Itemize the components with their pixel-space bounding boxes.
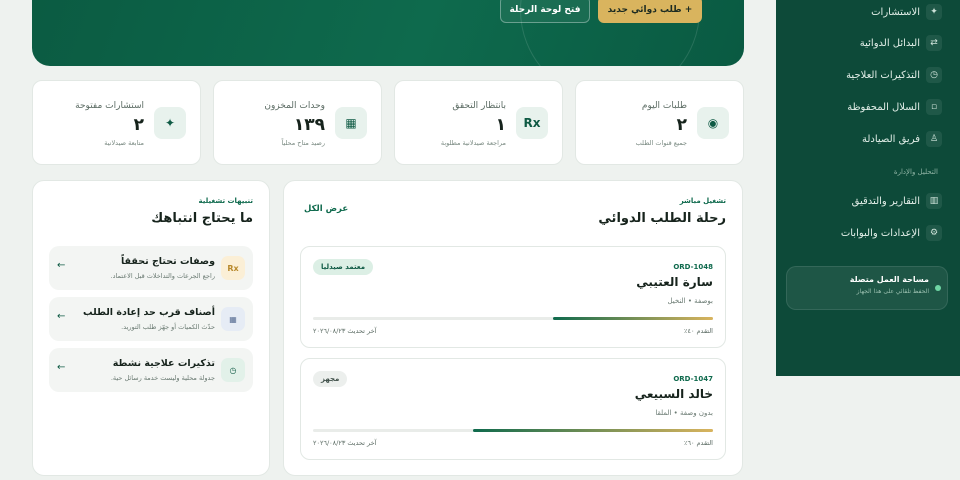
alert-item-reminders[interactable]: ◷ تذكيرات علاجية نشطة جدولة محلية وليست … [49, 348, 253, 392]
order-id: ORD-1048 [673, 263, 713, 271]
stat-subtitle: رصيد متاح محلياً [281, 139, 325, 147]
stat-value: ٢ [676, 115, 687, 135]
sidebar-item-pharmacist-team[interactable]: ♙ فريق الصيادلة [792, 127, 942, 151]
stat-value: ١ [495, 115, 506, 135]
sparkle-icon: ✦ [926, 4, 942, 20]
order-journey-panel: تشغيل مباشر رحلة الطلب الدوائي عرض الكل … [283, 180, 743, 476]
order-meta: بوصفة • النخيل [667, 297, 713, 305]
status-badge: معتمد صيدليا [313, 259, 374, 275]
inventory-icon: ▦ [335, 107, 367, 139]
sidebar-item-reminders[interactable]: ◷ التذكيرات العلاجية [792, 63, 942, 87]
workspace-subtitle: الحفظ تلقائي على هذا الجهاز [856, 288, 929, 295]
sidebar: ✦ الاستشارات ⇄ البدائل الدوائية ◷ التذكي… [776, 0, 960, 376]
panel-title: ما يحتاج انتباهك [151, 211, 253, 226]
gear-icon: ⚙ [926, 225, 942, 241]
sidebar-item-label: فريق الصيادلة [861, 133, 920, 145]
rx-icon: Rx [516, 107, 548, 139]
last-updated: آخر تحديث ٢٠٢٦/٠٨/٢٣ [313, 439, 377, 447]
stat-label: بانتظار التحقق [452, 101, 506, 111]
sidebar-item-label: التذكيرات العلاجية [846, 69, 920, 81]
stat-card-inventory-units: ▦ وحدات المخزون ١٣٩ رصيد متاح محلياً [213, 80, 382, 165]
clock-icon: ◷ [926, 67, 942, 83]
customer-name: خالد السبيعي [634, 387, 713, 401]
stat-card-today-orders: ◉ طلبات اليوم ٢ جميع قنوات الطلب [575, 80, 744, 165]
alert-title: وصفات تحتاج تحققاً [120, 256, 215, 267]
report-icon: ▥ [926, 193, 942, 209]
stat-value: ٢ [133, 115, 144, 135]
sidebar-item-consultations[interactable]: ✦ الاستشارات [792, 0, 942, 24]
progress-label: التقدم ٤٠٪ [683, 327, 713, 335]
customer-name: سارة العتيبي [636, 275, 713, 289]
stat-subtitle: جميع قنوات الطلب [635, 139, 687, 147]
panel-title: رحلة الطلب الدوائي [598, 211, 726, 226]
progress-track [313, 317, 713, 320]
alert-item-reorder[interactable]: ▦ أصناف قرب حد إعادة الطلب حدّث الكميات … [49, 297, 253, 341]
alert-description: راجع الجرعات والتداخلات قبل الاعتماد. [110, 272, 215, 280]
status-dot [935, 285, 941, 291]
progress-label: التقدم ٦٠٪ [683, 439, 713, 447]
status-badge: مجهز [313, 371, 348, 387]
order-card[interactable]: ORD-1048 سارة العتيبي بوصفة • النخيل معت… [300, 246, 726, 348]
open-journey-board-button[interactable]: فتح لوحة الرحلة [500, 0, 590, 23]
progress-fill [553, 317, 713, 320]
sidebar-item-label: السلال المحفوظة [847, 101, 920, 113]
stat-subtitle: مراجعة صيدلانية مطلوبة [440, 139, 506, 147]
clock-icon: ◷ [221, 358, 245, 382]
sidebar-item-label: التقارير والتدقيق [851, 195, 920, 207]
stat-label: استشارات مفتوحة [75, 101, 144, 111]
stat-card-pending-verification: Rx بانتظار التحقق ١ مراجعة صيدلانية مطلو… [394, 80, 563, 165]
sidebar-item-label: البدائل الدوائية [859, 37, 920, 49]
stat-label: وحدات المخزون [264, 101, 325, 111]
swap-icon: ⇄ [926, 35, 942, 51]
order-meta: بدون وصفة • الملقا [655, 409, 713, 417]
target-icon: ◉ [697, 107, 729, 139]
progress-track [313, 429, 713, 432]
sidebar-item-saved-baskets[interactable]: ▫ السلال المحفوظة [792, 95, 942, 119]
sidebar-section-label: التحليل والإدارة [893, 168, 938, 176]
sidebar-item-alternatives[interactable]: ⇄ البدائل الدوائية [792, 31, 942, 55]
stat-card-open-consultations: ✦ استشارات مفتوحة ٢ متابعة صيدلانية [32, 80, 201, 165]
arrow-left-icon: ← [57, 311, 66, 322]
alerts-panel: تنبيهات تشغيلية ما يحتاج انتباهك Rx وصفا… [32, 180, 270, 476]
alert-title: أصناف قرب حد إعادة الطلب [83, 307, 215, 318]
panel-eyebrow: تشغيل مباشر [679, 197, 726, 205]
workspace-title: مساحة العمل متصلة [849, 275, 929, 284]
basket-icon: ▫ [926, 99, 942, 115]
panel-eyebrow: تنبيهات تشغيلية [198, 197, 253, 205]
arrow-left-icon: ← [57, 362, 66, 373]
sidebar-item-label: الإعدادات والبوابات [840, 227, 920, 239]
alert-title: تذكيرات علاجية نشطة [112, 358, 215, 369]
sparkle-icon: ✦ [154, 107, 186, 139]
alert-item-prescriptions[interactable]: Rx وصفات تحتاج تحققاً راجع الجرعات والتد… [49, 246, 253, 290]
arrow-left-icon: ← [57, 260, 66, 271]
progress-fill [473, 429, 713, 432]
inventory-icon: ▦ [221, 307, 245, 331]
order-id: ORD-1047 [673, 375, 713, 383]
order-card[interactable]: ORD-1047 خالد السبيعي بدون وصفة • الملقا… [300, 358, 726, 460]
last-updated: آخر تحديث ٢٠٢٦/٠٨/٢٣ [313, 327, 377, 335]
workspace-status: مساحة العمل متصلة الحفظ تلقائي على هذا ا… [786, 266, 948, 310]
stat-subtitle: متابعة صيدلانية [104, 139, 144, 147]
new-order-button[interactable]: + طلب دوائي جديد [598, 0, 702, 23]
view-all-link[interactable]: عرض الكل [304, 204, 348, 214]
stat-label: طلبات اليوم [641, 101, 687, 111]
team-icon: ♙ [926, 131, 942, 147]
sidebar-item-label: الاستشارات [871, 6, 920, 18]
sidebar-item-reports[interactable]: ▥ التقارير والتدقيق [792, 189, 942, 213]
sidebar-item-settings[interactable]: ⚙ الإعدادات والبوابات [792, 221, 942, 245]
stat-value: ١٣٩ [293, 115, 325, 135]
rx-icon: Rx [221, 256, 245, 280]
alert-description: حدّث الكميات أو جهّز طلب التوريد. [121, 323, 215, 331]
alert-description: جدولة محلية وليست خدمة رسائل حية. [110, 374, 215, 382]
